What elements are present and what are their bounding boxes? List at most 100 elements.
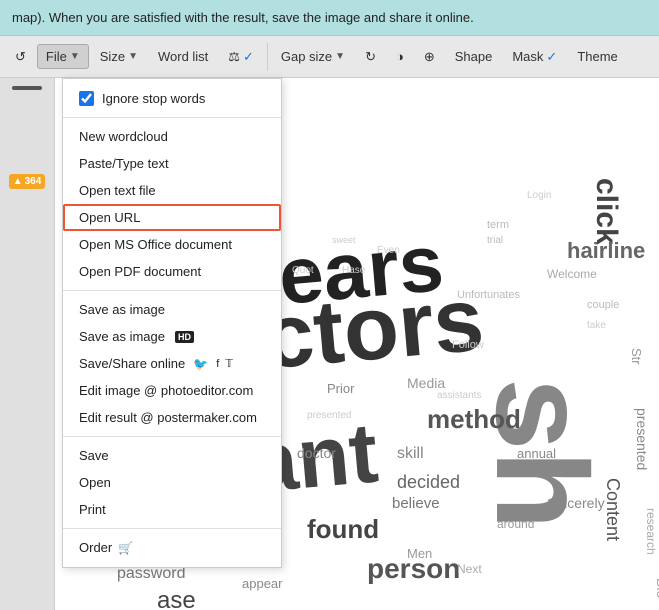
separator-4 — [63, 528, 281, 529]
save-as-image-hd-label: Save as image — [79, 329, 165, 344]
word-sincerely: Sincerely — [547, 495, 605, 511]
facebook-icon: 🐦 — [193, 357, 208, 371]
mask-label: Mask — [512, 49, 543, 64]
word-even: Even — [377, 245, 400, 256]
word-trial: trial — [487, 235, 503, 246]
separator-2 — [63, 290, 281, 291]
contrast-icon: ◑ — [396, 49, 404, 64]
new-wordcloud-item[interactable]: New wordcloud — [63, 123, 281, 150]
word-next: Next — [457, 562, 482, 576]
open-pdf-item[interactable]: Open PDF document — [63, 258, 281, 285]
gapsize-caret-icon: ▼ — [335, 51, 345, 62]
target-icon: ⊕ — [424, 49, 435, 65]
warning-count: 364 — [25, 176, 42, 187]
save-share-online-label: Save/Share online — [79, 356, 185, 371]
word-login: Login — [527, 190, 551, 201]
word-hairline: hairline — [567, 238, 645, 263]
open-text-file-label: Open text file — [79, 183, 156, 198]
size-caret-icon: ▼ — [128, 51, 138, 62]
open-pdf-label: Open PDF document — [79, 264, 201, 279]
word-fortunates: Unfortunates — [457, 289, 520, 301]
word-str: Str — [629, 348, 644, 365]
twitter-icon: 𝕋 — [225, 357, 233, 370]
word-ase: ase — [157, 587, 196, 610]
word-blo: Blo — [654, 578, 659, 598]
contrast-button[interactable]: ◑ — [387, 44, 413, 69]
rotate-button[interactable]: ↻ — [356, 44, 385, 70]
open-label: Open — [79, 475, 111, 490]
word-hase: Hase — [342, 265, 366, 276]
gapsize-button[interactable]: Gap size ▼ — [272, 44, 354, 69]
separator-3 — [63, 436, 281, 437]
left-panel: ▲ 364 — [0, 78, 55, 610]
word-take: take — [587, 320, 606, 331]
mask-button[interactable]: Mask ✓ — [503, 44, 566, 70]
balance-check-icon: ✓ — [243, 49, 254, 65]
word-decided: decided — [397, 472, 460, 492]
print-label: Print — [79, 502, 106, 517]
edit-image-photo-label: Edit image @ photoeditor.com — [79, 383, 253, 398]
word-found: found — [307, 514, 379, 544]
paste-type-text-label: Paste/Type text — [79, 156, 169, 171]
word-Media: Media — [407, 375, 445, 391]
new-wordcloud-label: New wordcloud — [79, 129, 168, 144]
word-presented2: presented — [307, 410, 351, 421]
order-item[interactable]: Order 🛒 — [63, 534, 281, 561]
open-text-file-item[interactable]: Open text file — [63, 177, 281, 204]
open-ms-office-item[interactable]: Open MS Office document — [63, 231, 281, 258]
shape-button[interactable]: Shape — [446, 44, 502, 69]
ignore-stop-words-label: Ignore stop words — [102, 91, 205, 106]
toolbar: ↺ File ▼ Size ▼ Word list ⚖ ✓ Gap size ▼… — [0, 36, 659, 78]
facebook-f-icon: f — [216, 358, 219, 370]
word-annual: annual — [517, 446, 556, 461]
shape-label: Shape — [455, 49, 493, 64]
edit-result-poster-label: Edit result @ postermaker.com — [79, 410, 257, 425]
word-sweet: sweet — [332, 235, 356, 245]
ignore-stop-words-checkbox[interactable] — [79, 91, 94, 106]
hd-badge: HD — [175, 331, 194, 343]
info-bar: map). When you are satisfied with the re… — [0, 0, 659, 36]
theme-label: Theme — [577, 49, 617, 64]
file-caret-icon: ▼ — [70, 51, 80, 62]
edit-image-photo-item[interactable]: Edit image @ photoeditor.com — [63, 377, 281, 404]
word-skill: skill — [397, 445, 424, 462]
print-item[interactable]: Print — [63, 496, 281, 523]
save-share-online-item[interactable]: Save/Share online 🐦 f 𝕋 — [63, 350, 281, 377]
word-content: Content — [603, 478, 623, 541]
size-label: Size — [100, 49, 125, 64]
save-label: Save — [79, 448, 109, 463]
paste-type-text-item[interactable]: Paste/Type text — [63, 150, 281, 177]
info-text: map). When you are satisfied with the re… — [12, 10, 474, 25]
file-button[interactable]: File ▼ — [37, 44, 89, 69]
dash-icon — [12, 86, 42, 90]
word-men: Men — [407, 546, 432, 561]
edit-result-poster-item[interactable]: Edit result @ postermaker.com — [63, 404, 281, 431]
open-ms-office-label: Open MS Office document — [79, 237, 232, 252]
word-follow: Follow — [452, 339, 484, 351]
save-as-image-hd-item[interactable]: Save as image HD — [63, 323, 281, 350]
refresh-button[interactable]: ↺ — [6, 44, 35, 70]
save-as-image-item[interactable]: Save as image — [63, 296, 281, 323]
ignore-stop-words-row[interactable]: Ignore stop words — [63, 85, 281, 112]
target-button[interactable]: ⊕ — [415, 44, 444, 70]
open-url-item[interactable]: Open URL — [63, 204, 281, 231]
gapsize-label: Gap size — [281, 49, 332, 64]
file-dropdown-menu: Ignore stop words New wordcloud Paste/Ty… — [62, 78, 282, 568]
warning-badge: ▲ 364 — [9, 174, 46, 189]
open-item[interactable]: Open — [63, 469, 281, 496]
save-as-image-label: Save as image — [79, 302, 165, 317]
refresh-icon: ↺ — [15, 49, 26, 65]
word-prior: Prior — [327, 381, 355, 396]
warning-icon: ▲ — [13, 176, 23, 187]
size-button[interactable]: Size ▼ — [91, 44, 147, 69]
save-item[interactable]: Save — [63, 442, 281, 469]
word-research: research — [644, 508, 658, 555]
mask-check-icon: ✓ — [546, 49, 557, 65]
file-label: File — [46, 49, 67, 64]
theme-button[interactable]: Theme — [568, 44, 626, 69]
word-doctor: doctor — [297, 445, 336, 461]
word-click: click — [590, 178, 623, 245]
balance-button[interactable]: ⚖ ✓ — [219, 44, 263, 70]
wordlist-button[interactable]: Word list — [149, 44, 217, 69]
open-url-label: Open URL — [79, 210, 140, 225]
